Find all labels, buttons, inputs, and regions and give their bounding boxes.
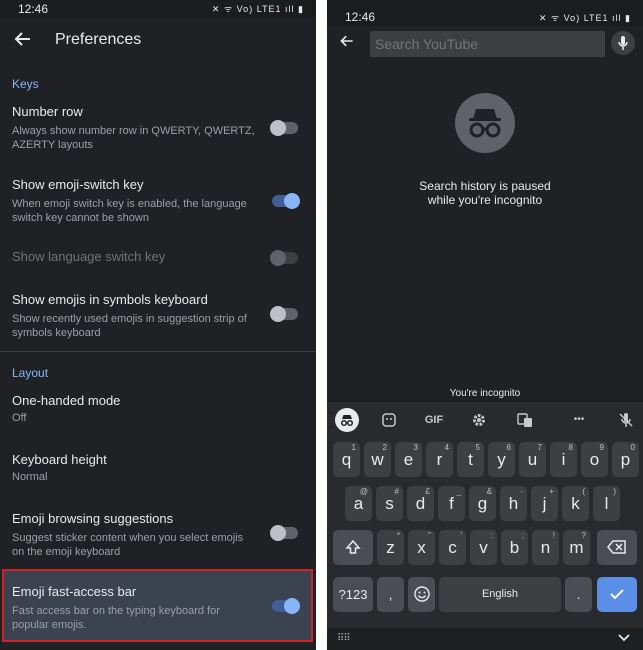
section-keys: Keys bbox=[12, 77, 39, 91]
spacebar[interactable]: English bbox=[439, 577, 561, 612]
setting-subtitle: Show recently used emojis in suggestion … bbox=[12, 313, 247, 339]
shift-key-icon[interactable] bbox=[333, 530, 373, 565]
setting-language-switch-key: Show language switch key bbox=[0, 249, 316, 269]
key-l[interactable]: l) bbox=[593, 486, 620, 521]
setting-keyboard-height[interactable]: Keyboard height Normal bbox=[0, 452, 316, 486]
key-k[interactable]: k( bbox=[562, 486, 589, 521]
section-layout: Layout bbox=[12, 366, 49, 380]
youtube-incognito-search: 12:46 ✕ ᯤ Vo) LTE1 ıll ▮ Search history … bbox=[327, 0, 643, 650]
status-icons: ✕ ᯤ Vo) LTE1 ıll ▮ bbox=[211, 4, 304, 14]
status-time: 12:46 bbox=[18, 2, 49, 16]
search-input-box[interactable] bbox=[370, 31, 605, 57]
gif-button[interactable]: GIF bbox=[420, 408, 448, 432]
emoji-key-icon[interactable] bbox=[408, 577, 435, 612]
setting-subtitle: When emoji switch key is enabled, the la… bbox=[12, 198, 247, 224]
back-arrow-icon[interactable] bbox=[339, 33, 355, 54]
status-icons: ✕ ᯤ Vo) LTE1 ıll ▮ bbox=[538, 13, 631, 23]
setting-title: Emoji browsing suggestions bbox=[12, 511, 174, 526]
setting-emojis-in-symbols[interactable]: Show emojis in symbols keyboard Show rec… bbox=[0, 292, 316, 340]
mic-off-icon[interactable] bbox=[614, 408, 638, 432]
period-key[interactable]: . bbox=[565, 577, 592, 612]
key-b[interactable]: b; bbox=[501, 530, 528, 565]
keyboard-switch-icon[interactable]: ⠿⠿ bbox=[337, 633, 351, 644]
key-d[interactable]: d £ bbox=[407, 486, 434, 521]
emoji-switch-key-toggle[interactable] bbox=[272, 193, 300, 209]
sticker-icon[interactable] bbox=[377, 408, 401, 432]
key-y[interactable]: y6 bbox=[488, 442, 515, 477]
incognito-icon bbox=[455, 93, 515, 153]
key-r[interactable]: r4 bbox=[426, 442, 453, 477]
youre-incognito-label: You're incognito bbox=[449, 388, 521, 399]
setting-title: Number row bbox=[12, 104, 83, 119]
setting-subtitle: Normal bbox=[12, 471, 48, 483]
key-s[interactable]: s # bbox=[376, 486, 403, 521]
key-q[interactable]: q1 bbox=[333, 442, 360, 477]
setting-subtitle: Off bbox=[12, 412, 27, 424]
translate-icon[interactable] bbox=[513, 408, 537, 432]
key-e[interactable]: e3 bbox=[395, 442, 422, 477]
paused-line-2: while you're incognito bbox=[427, 193, 543, 207]
setting-subtitle: Always show number row in QWERTY, QWERTZ… bbox=[12, 125, 255, 151]
key-h[interactable]: h- bbox=[500, 486, 527, 521]
back-arrow-icon[interactable] bbox=[12, 29, 34, 51]
emoji-fast-access-toggle[interactable] bbox=[272, 598, 300, 614]
setting-title: Keyboard height bbox=[12, 452, 107, 467]
emojis-in-symbols-toggle[interactable] bbox=[270, 306, 298, 322]
setting-number-row[interactable]: Number row Always show number row in QWE… bbox=[0, 104, 316, 152]
preferences-screen: 12:46 ✕ ᯤ Vo) LTE1 ıll ▮ Preferences Key… bbox=[0, 0, 316, 650]
navigation-bar: ⠿⠿ bbox=[327, 628, 643, 650]
setting-title: Show emoji-switch key bbox=[12, 177, 144, 192]
key-g[interactable]: g & bbox=[469, 486, 496, 521]
setting-emoji-fast-access-bar[interactable]: Emoji fast-access bar Fast access bar on… bbox=[0, 584, 316, 632]
key-j[interactable]: j + bbox=[531, 486, 558, 521]
more-options-button[interactable]: ••• bbox=[567, 408, 591, 432]
keyboard: GIF ••• q1 w2 e3 r4 t5 y6 u7 i8 o9 p0 a @… bbox=[327, 402, 643, 650]
key-n[interactable]: n! bbox=[532, 530, 559, 565]
setting-emoji-browsing-suggestions[interactable]: Emoji browsing suggestions Suggest stick… bbox=[0, 511, 316, 559]
enter-key-icon[interactable] bbox=[597, 577, 637, 612]
setting-title: Emoji fast-access bar bbox=[12, 584, 137, 599]
setting-subtitle: Fast access bar on the typing keyboard f… bbox=[12, 605, 220, 631]
key-c[interactable]: c ' bbox=[439, 530, 466, 565]
key-w[interactable]: w2 bbox=[364, 442, 391, 477]
search-input[interactable] bbox=[370, 31, 605, 57]
setting-one-handed-mode[interactable]: One-handed mode Off bbox=[0, 393, 316, 427]
keyboard-toolbar: GIF ••• bbox=[327, 402, 643, 438]
key-u[interactable]: u7 bbox=[519, 442, 546, 477]
key-t[interactable]: t5 bbox=[457, 442, 484, 477]
section-divider bbox=[0, 351, 316, 352]
setting-title: One-handed mode bbox=[12, 393, 121, 408]
microphone-icon[interactable] bbox=[611, 31, 635, 55]
setting-title: Show emojis in symbols keyboard bbox=[12, 292, 208, 307]
key-x[interactable]: x " bbox=[408, 530, 435, 565]
emoji-browsing-toggle[interactable] bbox=[270, 525, 298, 541]
app-bar: Preferences bbox=[0, 18, 316, 62]
setting-title: Show language switch key bbox=[12, 249, 166, 264]
key-m[interactable]: m? bbox=[563, 530, 590, 565]
status-bar: 12:46 ✕ ᯤ Vo) LTE1 ıll ▮ bbox=[0, 0, 316, 18]
paused-line-1: Search history is paused bbox=[419, 179, 551, 193]
key-i[interactable]: i8 bbox=[550, 442, 577, 477]
language-switch-key-toggle bbox=[270, 250, 298, 266]
number-row-toggle[interactable] bbox=[270, 120, 298, 136]
history-paused-message: Search history is paused while you're in… bbox=[327, 179, 643, 207]
key-p[interactable]: p0 bbox=[612, 442, 639, 477]
key-o[interactable]: o9 bbox=[581, 442, 608, 477]
comma-key[interactable]: , bbox=[377, 577, 404, 612]
key-f[interactable]: f _ bbox=[438, 486, 465, 521]
incognito-mode-icon[interactable] bbox=[335, 408, 359, 432]
setting-subtitle: Suggest sticker content when you select … bbox=[12, 532, 244, 558]
backspace-key-icon[interactable] bbox=[597, 530, 637, 565]
key-v[interactable]: v: bbox=[470, 530, 497, 565]
symbols-key[interactable]: ?123 bbox=[333, 577, 373, 612]
setting-emoji-switch-key[interactable]: Show emoji-switch key When emoji switch … bbox=[0, 177, 316, 225]
status-bar: 12:46 ✕ ᯤ Vo) LTE1 ıll ▮ bbox=[327, 0, 643, 26]
key-a[interactable]: a @ bbox=[345, 486, 372, 521]
key-z[interactable]: z * bbox=[377, 530, 404, 565]
search-bar bbox=[327, 26, 643, 62]
status-time: 12:46 bbox=[345, 10, 376, 24]
settings-gear-icon[interactable] bbox=[467, 408, 491, 432]
chevron-down-icon[interactable] bbox=[617, 631, 631, 648]
page-title: Preferences bbox=[55, 31, 142, 48]
